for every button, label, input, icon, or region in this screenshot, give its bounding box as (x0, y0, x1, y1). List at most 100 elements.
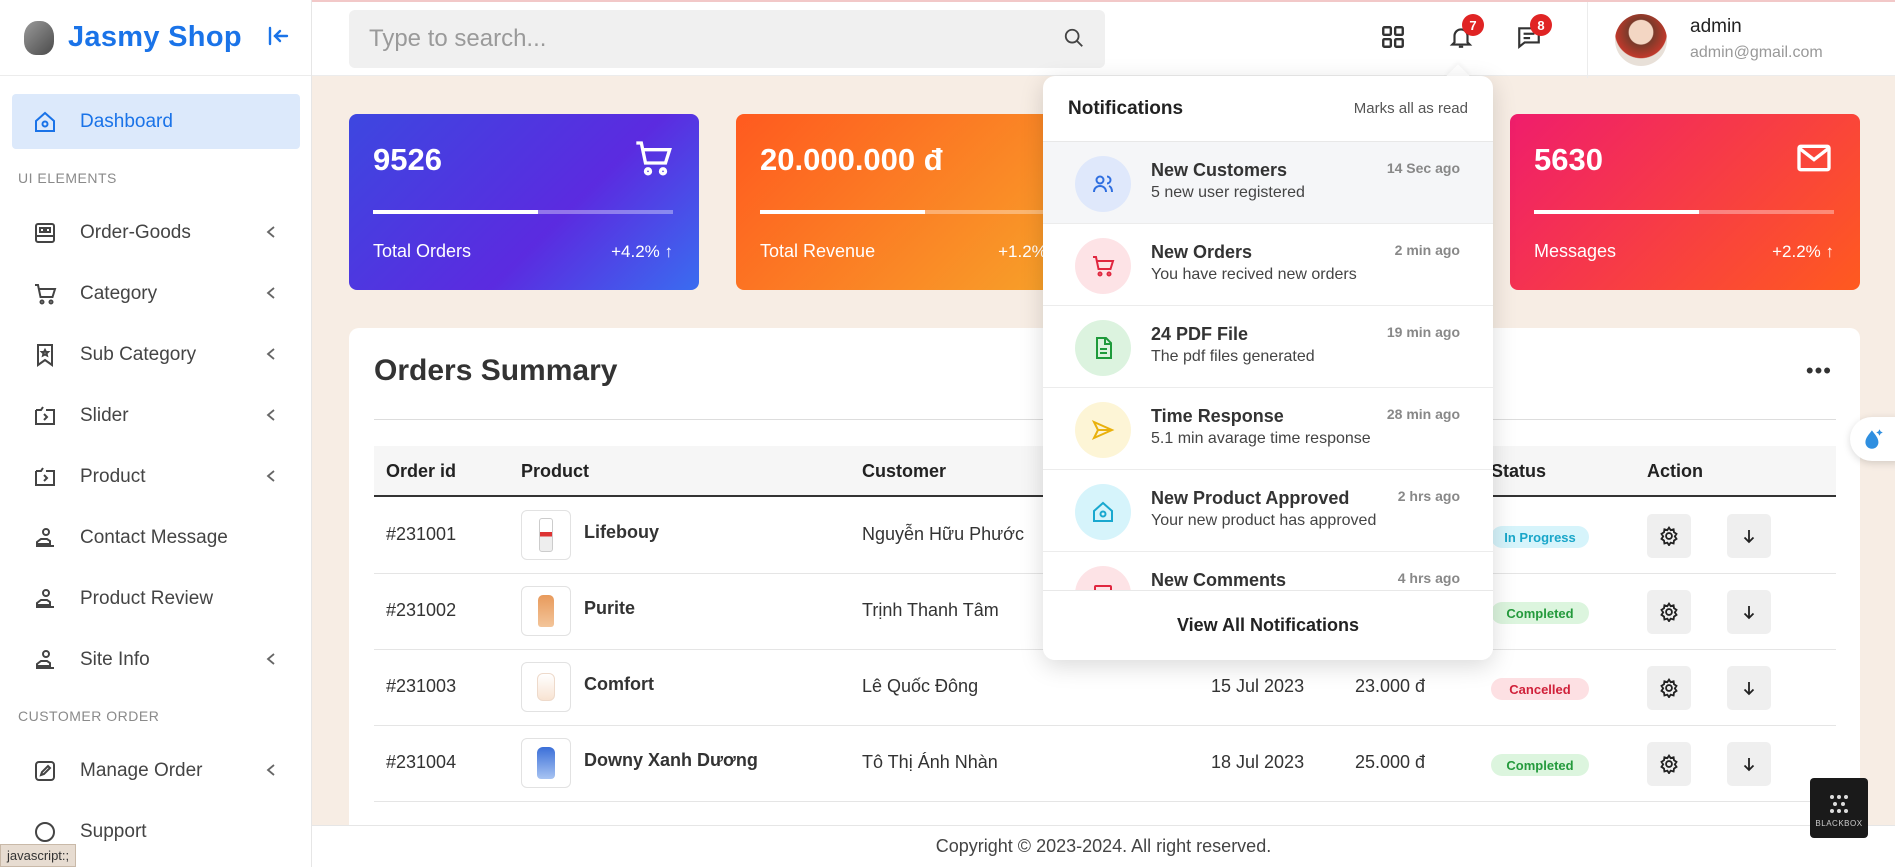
card-progress (1534, 210, 1834, 214)
download-button[interactable] (1727, 514, 1771, 558)
sidebar-item-label: Support (80, 820, 147, 842)
user-name[interactable]: admin (1690, 16, 1742, 38)
theme-switcher-button[interactable] (1850, 417, 1895, 461)
sidebar-item-label: Product Review (80, 587, 214, 609)
sidebar-item-label: Order-Goods (80, 221, 191, 243)
download-button[interactable] (1727, 590, 1771, 634)
cart-icon (1075, 238, 1131, 294)
product-thumbnail (521, 738, 571, 788)
customer-name: Lê Quốc Đông (862, 676, 979, 696)
cart-icon (636, 141, 672, 176)
chevron-left-icon (266, 287, 275, 299)
view-all-notifications-button[interactable]: View All Notifications (1043, 590, 1493, 660)
sidebar-item-dashboard[interactable]: Dashboard (12, 94, 300, 149)
avatar[interactable] (1615, 14, 1667, 66)
sidebar-item-site-info[interactable]: Site Info (12, 632, 300, 687)
card-total-orders: 9526 Total Orders +4.2% ↑ (349, 114, 699, 290)
notification-item[interactable]: New Orders You have recived new orders 2… (1043, 224, 1493, 306)
status-badge: Cancelled (1491, 678, 1589, 700)
sidebar-item-slider[interactable]: Slider (12, 388, 300, 443)
collapse-sidebar-icon[interactable] (266, 24, 290, 48)
card-change: +2.2% ↑ (1772, 242, 1834, 261)
notification-time: 2 hrs ago (1397, 488, 1460, 504)
water-drop-icon (1865, 429, 1883, 449)
sidebar-item-sub-category[interactable]: Sub Category (12, 327, 300, 382)
product-name[interactable]: Comfort (584, 674, 654, 695)
notification-title: New Orders (1151, 242, 1253, 262)
settings-button[interactable] (1647, 514, 1691, 558)
slider-icon (32, 403, 58, 429)
topbar-divider (1587, 2, 1588, 78)
settings-button[interactable] (1647, 666, 1691, 710)
send-icon (1075, 402, 1131, 458)
notification-time: 2 min ago (1394, 242, 1460, 258)
mark-all-read-link[interactable]: Marks all as read (1354, 100, 1468, 117)
notifications-title: Notifications (1068, 98, 1184, 119)
comment-icon (1075, 566, 1131, 590)
blackbox-button[interactable]: BLACKBOX (1810, 778, 1868, 838)
home-icon (1075, 484, 1131, 540)
sidebar-item-label: Manage Order (80, 759, 203, 781)
notification-item[interactable]: 24 PDF File The pdf files generated 19 m… (1043, 306, 1493, 388)
notification-item[interactable]: Time Response 5.1 min avarage time respo… (1043, 388, 1493, 470)
arrow-down-icon (1743, 606, 1755, 620)
order-id: #231002 (386, 600, 457, 620)
sidebar-item-product[interactable]: Product (12, 449, 300, 504)
search-icon[interactable] (1063, 27, 1085, 49)
sidebar-item-label: Slider (80, 404, 129, 426)
brand[interactable]: Jasmy Shop (0, 0, 311, 76)
topbar: Type to search... 7 8 admin admin@gmail.… (312, 0, 1895, 78)
sidebar-item-contact-message[interactable]: Contact Message (12, 510, 300, 565)
col-order-id: Order id (386, 461, 457, 481)
notification-text: The pdf files generated (1151, 348, 1315, 365)
notifications-list[interactable]: New Customers 5 new user registered 14 S… (1043, 142, 1493, 590)
brand-logo (24, 20, 54, 55)
search-placeholder: Type to search... (369, 25, 547, 52)
more-options-icon[interactable]: ••• (1806, 358, 1832, 384)
card-label: Total Revenue (760, 241, 876, 261)
product-thumbnail (521, 586, 571, 636)
card-progress-fill (760, 210, 925, 214)
sidebar-item-order-goods[interactable]: Order-Goods (12, 205, 300, 260)
users-icon (1075, 156, 1131, 212)
product-name[interactable]: Purite (584, 598, 635, 619)
product-name[interactable]: Lifebouy (584, 522, 659, 543)
order-id: #231004 (386, 752, 457, 772)
notification-title: New Product Approved (1151, 488, 1350, 508)
bookmark-icon (32, 342, 58, 368)
card-total-revenue: 20.000.000 đ Total Revenue +1.2% ↑ (736, 114, 1086, 290)
notification-item[interactable]: New Comments 4 hrs ago (1043, 552, 1493, 590)
notification-item[interactable]: New Customers 5 new user registered 14 S… (1043, 142, 1493, 224)
blackbox-label: BLACKBOX (1815, 818, 1863, 828)
notification-time: 19 min ago (1386, 324, 1460, 340)
hand-icon (32, 647, 58, 673)
card-label: Total Orders (373, 241, 472, 261)
notifications-dropdown: Notifications Marks all as read New Cust… (1043, 76, 1493, 660)
product-name[interactable]: Downy Xanh Dương (584, 750, 758, 771)
blackbox-logo-icon (1830, 794, 1848, 813)
notification-item[interactable]: New Product Approved Your new product ha… (1043, 470, 1493, 552)
settings-button[interactable] (1647, 590, 1691, 634)
page-title: Orders Summary (374, 354, 618, 387)
order-price: 23.000 đ (1355, 676, 1426, 696)
home-icon (32, 109, 58, 135)
sidebar-item-category[interactable]: Category (12, 266, 300, 321)
notifications-button[interactable]: 7 (1446, 14, 1484, 52)
settings-button[interactable] (1647, 742, 1691, 786)
sidebar-item-product-review[interactable]: Product Review (12, 571, 300, 626)
sidebar-item-label: Product (80, 465, 146, 487)
notification-count-badge: 7 (1462, 14, 1484, 36)
sidebar-item-manage-order[interactable]: Manage Order (12, 743, 300, 798)
notification-text: Your new product has approved (1151, 512, 1377, 529)
card-value: 9526 (373, 142, 442, 177)
search-input[interactable]: Type to search... (349, 10, 1105, 68)
gear-icon (1660, 678, 1678, 698)
footer: Copyright © 2023-2024. All right reserve… (312, 825, 1895, 867)
messages-button[interactable]: 8 (1514, 14, 1552, 52)
sidebar: Jasmy Shop Dashboard UI ELEMENTS Order-G… (0, 0, 312, 867)
download-button[interactable] (1727, 742, 1771, 786)
apps-grid-icon[interactable] (1378, 22, 1408, 52)
chevron-left-icon (266, 226, 275, 238)
cart-icon (32, 281, 58, 307)
download-button[interactable] (1727, 666, 1771, 710)
